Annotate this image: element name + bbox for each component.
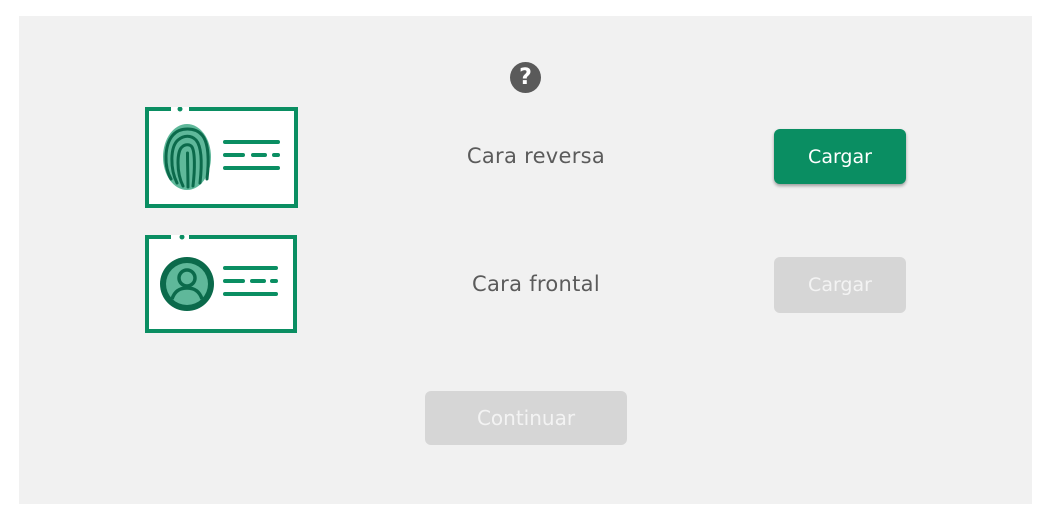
continue-button[interactable]: Continuar: [425, 391, 627, 445]
id-card-person-icon: [145, 235, 298, 333]
front-side-label: Cara frontal: [472, 272, 600, 296]
upload-front-button[interactable]: Cargar: [774, 257, 906, 313]
upload-back-button[interactable]: Cargar: [774, 129, 906, 184]
id-card-fingerprint-icon: [145, 107, 298, 208]
help-icon[interactable]: ?: [510, 62, 541, 93]
back-side-label: Cara reversa: [466, 144, 606, 168]
